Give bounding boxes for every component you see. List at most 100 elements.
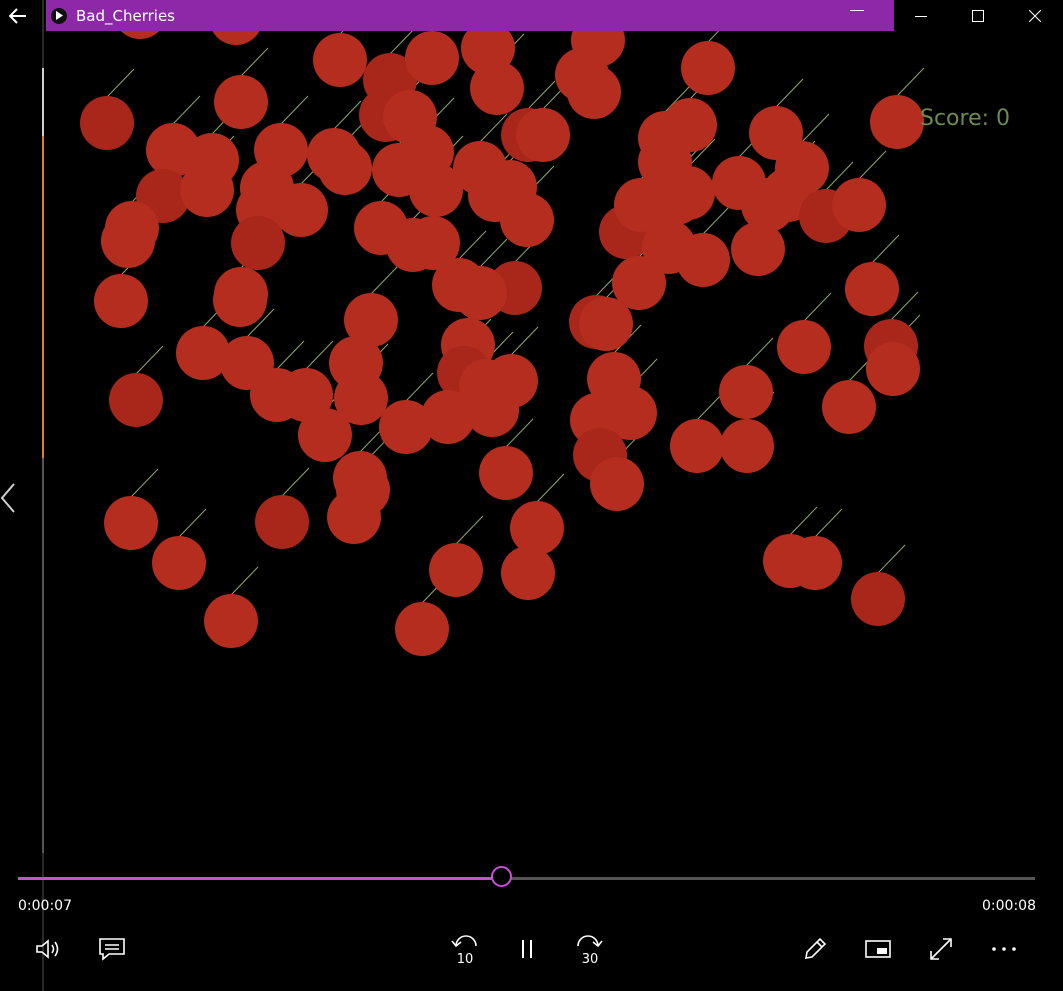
cherry-stem xyxy=(172,95,201,125)
cherry xyxy=(327,490,381,544)
cherry-stem xyxy=(178,508,207,538)
window-title: Bad_Cherries xyxy=(76,6,175,25)
cherry xyxy=(676,233,730,287)
cherry xyxy=(590,457,644,511)
cherry-stem xyxy=(527,80,556,110)
maximize-button[interactable] xyxy=(949,0,1006,32)
cherry xyxy=(204,594,258,648)
cherry xyxy=(516,108,570,162)
cherry-stem xyxy=(305,340,334,370)
skip-back-10-icon: 10 xyxy=(451,935,477,966)
cherry xyxy=(866,342,920,396)
cherry xyxy=(104,496,158,550)
cherry xyxy=(845,262,899,316)
cherry xyxy=(180,163,234,217)
cherry xyxy=(720,419,774,473)
title-bar: Bad_Cherries xyxy=(46,0,894,31)
cherry xyxy=(453,266,507,320)
more-icon xyxy=(992,947,1016,951)
subtitles-button[interactable] xyxy=(93,930,131,968)
cherry xyxy=(405,31,459,85)
cherry xyxy=(661,166,715,220)
skip-forward-30-icon: 30 xyxy=(577,935,603,966)
back-button[interactable] xyxy=(0,0,36,32)
skip-forward-label: 30 xyxy=(582,952,599,966)
fullscreen-icon xyxy=(930,938,952,960)
cherry xyxy=(214,267,268,321)
skip-back-button[interactable]: 10 xyxy=(445,930,483,968)
skip-forward-button[interactable]: 30 xyxy=(571,930,609,968)
cherry xyxy=(777,320,831,374)
cherry-stem xyxy=(405,372,434,402)
cherry xyxy=(851,572,905,626)
minimize-icon xyxy=(914,16,927,17)
cherry-stem xyxy=(510,326,539,356)
volume-icon xyxy=(36,939,59,959)
cherry-stem xyxy=(877,544,906,574)
score-label: Score: 0 xyxy=(920,106,1011,131)
cherry xyxy=(421,390,475,444)
volume-button[interactable] xyxy=(30,930,68,968)
cherry-stem xyxy=(240,47,269,77)
maximize-icon xyxy=(971,10,984,22)
cherry xyxy=(101,214,155,268)
cherry-stem xyxy=(536,473,565,503)
app-icon xyxy=(51,7,67,24)
cherry xyxy=(152,536,206,590)
time-total: 0:00:08 xyxy=(982,898,1036,914)
seek-bar[interactable] xyxy=(18,866,1035,887)
cherry-stem xyxy=(135,345,164,375)
cherry xyxy=(670,419,724,473)
cherry-stem xyxy=(871,234,900,264)
cherry xyxy=(214,75,268,129)
cherry-stem xyxy=(801,113,830,143)
cherry xyxy=(470,61,524,115)
cherry xyxy=(731,222,785,276)
cherry xyxy=(870,95,924,149)
cherry xyxy=(822,380,876,434)
edit-button[interactable] xyxy=(796,930,834,968)
close-button[interactable] xyxy=(1006,0,1063,32)
side-panel-toggle[interactable] xyxy=(0,482,16,518)
seek-thumb[interactable] xyxy=(491,866,513,887)
cherry xyxy=(832,178,886,232)
cherry-stem xyxy=(896,67,925,97)
minimize-button[interactable] xyxy=(892,0,949,32)
pencil-icon xyxy=(805,937,827,959)
subtitles-icon xyxy=(99,938,125,961)
cherry xyxy=(94,274,148,328)
seek-progress xyxy=(18,877,502,880)
time-elapsed: 0:00:07 xyxy=(18,898,72,914)
cherry-stem xyxy=(230,566,259,596)
cherry xyxy=(719,365,773,419)
mini-view-button[interactable] xyxy=(859,930,897,968)
cherry xyxy=(231,216,285,270)
more-button[interactable] xyxy=(985,930,1023,968)
game-canvas[interactable] xyxy=(46,31,946,851)
cherry-stem xyxy=(455,515,484,545)
cherry-stem xyxy=(458,230,487,260)
cherry-stem xyxy=(370,265,399,295)
cherry xyxy=(788,536,842,590)
cherry-stem xyxy=(789,506,818,536)
fullscreen-button[interactable] xyxy=(922,930,960,968)
cherry xyxy=(109,373,163,427)
cherry xyxy=(80,96,134,150)
cherry-stem xyxy=(333,100,362,130)
cherry xyxy=(510,501,564,555)
close-icon xyxy=(1028,10,1041,22)
cherry xyxy=(500,193,554,247)
cherry xyxy=(395,602,449,656)
pause-icon xyxy=(522,940,532,958)
chevron-left-icon xyxy=(0,483,15,513)
cherry xyxy=(567,65,621,119)
cherry xyxy=(120,31,160,39)
cherry xyxy=(298,408,352,462)
cherry xyxy=(212,31,260,45)
cherry-stem xyxy=(858,150,887,180)
title-bar-minimize-icon[interactable] xyxy=(850,10,864,11)
cherry-stem xyxy=(130,468,159,498)
left-rail xyxy=(42,0,44,991)
pause-button[interactable] xyxy=(508,930,546,968)
cherry xyxy=(775,141,829,195)
